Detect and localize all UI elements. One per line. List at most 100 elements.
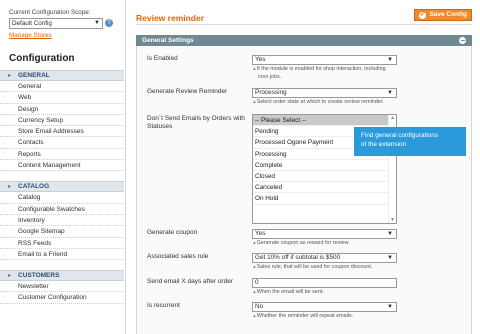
days-after-label: Send email X days after order (147, 278, 233, 285)
days-after-note: ▴When the email will be sent. (253, 289, 413, 297)
sales-rule-select[interactable]: Get 10% off if subtotal is $500 ▼ (252, 253, 397, 263)
is-recurrent-note: ▴Whether the reminder will repeat emails… (253, 313, 413, 321)
generate-reminder-select[interactable]: Processing ▼ (252, 88, 397, 98)
generate-coupon-label: Generate coupon (147, 229, 198, 236)
chevron-down-icon: ▼ (387, 231, 393, 237)
nav-head-catalog[interactable]: ▸ CATALOG (0, 181, 124, 193)
help-icon[interactable]: ? (105, 19, 113, 28)
is-enabled-select[interactable]: Yes ▼ (252, 55, 397, 65)
section-toggle-icon: ▸ (8, 273, 12, 280)
is-enabled-note-text: If the module is enabled for shop intera… (256, 66, 386, 72)
sidebar-item-catalog[interactable]: Catalog (0, 192, 124, 204)
generate-reminder-value: Processing (255, 89, 287, 96)
is-enabled-value: Yes (255, 56, 266, 63)
sidebar-item-general[interactable]: General (0, 81, 124, 93)
sidebar-item-customer-configuration[interactable]: Customer Configuration (0, 292, 124, 304)
config-sidebar: Current Configuration Scope: Default Con… (0, 0, 126, 334)
nav-section-customers: ▸ CUSTOMERS Newsletter Customer Configura… (0, 270, 124, 304)
sales-rule-note: ▴Sales rule, that will be used for coupo… (253, 264, 413, 272)
note-bullet-icon: ▴ (253, 240, 256, 246)
sidebar-item-email-to-a-friend[interactable]: Email to a Friend (0, 249, 124, 261)
generate-coupon-note: ▴Generate coupon as reward for review. (253, 240, 413, 248)
save-config-label: Save Config (429, 11, 467, 18)
dont-send-label-line2: Statuses (147, 123, 173, 130)
note-bullet-icon: ▴ (253, 264, 256, 270)
fieldset-title: General Settings (142, 37, 194, 44)
tooltip-line-2: of the extension (361, 140, 407, 148)
sales-rule-value: Get 10% off if subtotal is $500 (255, 254, 341, 261)
sidebar-item-web[interactable]: Web (0, 92, 124, 104)
chevron-down-icon: ▼ (387, 255, 393, 261)
section-toggle-icon: ▸ (8, 73, 12, 79)
note-bullet-icon: ▴ (253, 99, 256, 105)
note-bullet-icon: ▴ (253, 289, 256, 295)
multiselect-option[interactable]: Closed (253, 171, 389, 183)
chevron-down-icon: ▼ (94, 20, 100, 26)
page-title: Review reminder (136, 13, 205, 23)
nav-head-label: CATALOG (18, 183, 50, 191)
is-enabled-note: ▴If the module is enabled for shop inter… (253, 66, 413, 74)
days-after-note-text: When the email will be sent. (256, 289, 324, 295)
section-toggle-icon: ▸ (8, 184, 12, 191)
generate-coupon-select[interactable]: Yes ▼ (252, 229, 397, 239)
tooltip-line-1: Find general configurations (361, 132, 439, 139)
sidebar-item-reports[interactable]: Reports (0, 149, 124, 161)
save-config-button[interactable]: ✔ Save Config (414, 9, 472, 21)
generate-coupon-value: Yes (255, 230, 266, 237)
sidebar-item-store-email-addresses[interactable]: Store Email Addresses (0, 126, 124, 138)
sidebar-item-contacts[interactable]: Contacts (0, 137, 124, 149)
is-recurrent-select[interactable]: No ▼ (252, 302, 397, 312)
sidebar-item-inventory[interactable]: Inventory (0, 215, 124, 227)
generate-reminder-note: ▴Select order state at which to create r… (253, 99, 413, 107)
multiselect-option[interactable]: Canceled (253, 182, 389, 194)
generate-coupon-note-text: Generate coupon as reward for review. (256, 240, 350, 246)
chevron-down-icon: ▼ (387, 304, 393, 310)
collapse-icon[interactable] (459, 37, 466, 44)
check-icon: ✔ (419, 11, 426, 19)
note-bullet-icon: ▴ (253, 66, 256, 72)
note-bullet-icon: ▴ (253, 313, 256, 319)
sidebar-item-google-sitemap[interactable]: Google Sitemap (0, 226, 124, 238)
sidebar-item-currency-setup[interactable]: Currency Setup (0, 115, 124, 127)
scroll-down-icon[interactable]: ▼ (390, 217, 395, 223)
generate-reminder-note-text: Select order state at which to create re… (256, 99, 384, 105)
is-recurrent-label: Is recurrent (147, 302, 180, 309)
chevron-down-icon: ▼ (387, 57, 393, 63)
nav-head-label: GENERAL (18, 72, 50, 79)
is-recurrent-note-text: Whether the reminder will repeat emails. (256, 313, 354, 319)
generate-reminder-label: Generate Review Reminder (147, 88, 228, 95)
sidebar-item-newsletter[interactable]: Newsletter (0, 281, 124, 293)
multiselect-option[interactable]: Complete (253, 160, 389, 171)
scroll-up-icon[interactable]: ▲ (390, 115, 395, 121)
scope-switcher: Current Configuration Scope: Default Con… (0, 0, 125, 39)
sales-rule-label: Associated sales rule (147, 253, 209, 260)
fieldset-body: Is Enabled Yes ▼ ▴If the module is enable… (136, 46, 472, 334)
sidebar-item-rss-feeds[interactable]: RSS Feeds (0, 238, 124, 249)
scope-label: Current Configuration Scope: (9, 9, 91, 16)
nav-head-label: CUSTOMERS (18, 272, 60, 280)
nav-section-catalog: ▸ CATALOG Catalog Configurable Swatches I… (0, 181, 124, 261)
is-enabled-label: Is Enabled (147, 55, 178, 62)
is-enabled-note-line2: cron jobs. (258, 74, 282, 80)
manage-stores-link[interactable]: Manage Stores (9, 32, 125, 39)
main-content: Review reminder ✔ Save Config General Se… (136, 0, 472, 334)
multiselect-option[interactable]: -- Please Select -- (253, 115, 389, 127)
divider (136, 24, 472, 25)
chevron-down-icon: ▼ (387, 90, 393, 96)
sidebar-item-content-management[interactable]: Content Management (0, 160, 124, 172)
scope-select-value: Default Config (12, 20, 52, 27)
scope-select[interactable]: Default Config ▼ (9, 18, 103, 29)
configuration-title: Configuration (9, 53, 75, 64)
sidebar-item-configurable-swatches[interactable]: Configurable Swatches (0, 204, 124, 215)
help-tooltip: Find general configurations of the exten… (354, 127, 466, 156)
nav-head-general[interactable]: ▸ GENERAL (0, 70, 124, 81)
multiselect-option[interactable]: On Hold (253, 193, 389, 205)
nav-section-general: ▸ GENERAL General Web Design Currency Set… (0, 70, 124, 172)
is-recurrent-value: No (255, 303, 264, 310)
sales-rule-note-text: Sales rule, that will be used for coupon… (256, 264, 373, 270)
nav-head-customers[interactable]: ▸ CUSTOMERS (0, 270, 124, 282)
dont-send-label: Don`t Send Emails by Orders with (147, 115, 245, 122)
sidebar-item-design[interactable]: Design (0, 104, 124, 115)
days-after-input[interactable]: 0 (252, 278, 397, 288)
fieldset-header[interactable]: General Settings (136, 35, 472, 46)
